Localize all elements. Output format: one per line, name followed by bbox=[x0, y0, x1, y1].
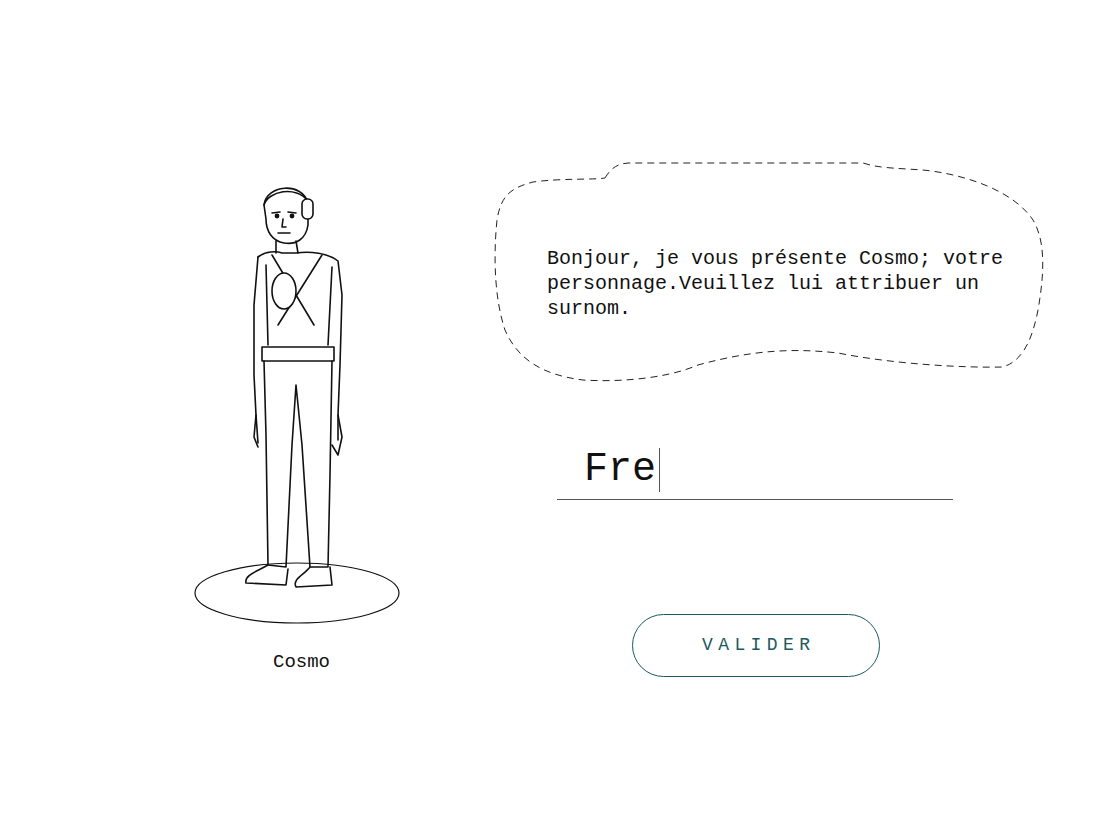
nickname-field[interactable]: Fre bbox=[557, 440, 953, 500]
character-name: Cosmo bbox=[273, 650, 330, 674]
validate-button[interactable]: VALIDER bbox=[632, 614, 880, 677]
speech-bubble-text: Bonjour, je vous présente Cosmo; votre p… bbox=[493, 160, 1018, 321]
nickname-screen: Cosmo Bonjour, je vous présente Cosmo; vo… bbox=[0, 0, 1112, 834]
text-caret bbox=[659, 448, 660, 492]
character-panel: Cosmo bbox=[0, 0, 493, 834]
naming-panel: Bonjour, je vous présente Cosmo; votre p… bbox=[493, 0, 1048, 834]
character-drawing bbox=[192, 175, 412, 630]
speech-bubble: Bonjour, je vous présente Cosmo; votre p… bbox=[493, 160, 1048, 385]
nickname-value: Fre bbox=[584, 445, 656, 495]
